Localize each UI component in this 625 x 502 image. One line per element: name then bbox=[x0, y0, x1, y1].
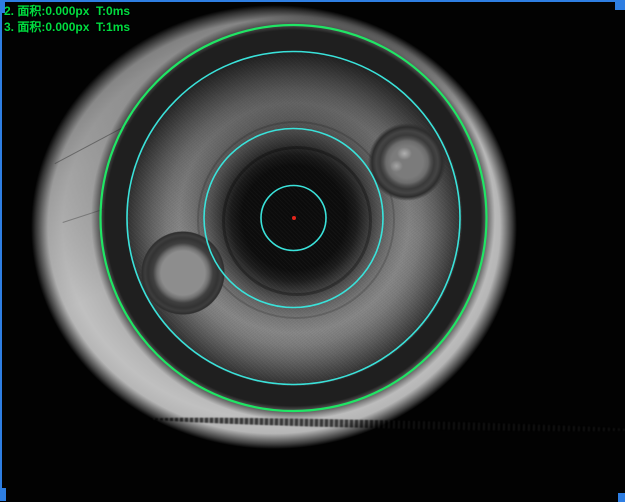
measurement-result-line: 3. 面积:0.000px T:1ms bbox=[4, 19, 130, 35]
selection-handle-bottom-right[interactable] bbox=[618, 493, 625, 502]
measurement-result-line: 2. 面积:0.000px T:0ms bbox=[4, 3, 130, 19]
selection-handle-top-right[interactable] bbox=[615, 0, 625, 10]
camera-view-window: 2. 面积:0.000px T:0ms 3. 面积:0.000px T:1ms bbox=[0, 0, 625, 502]
measurement-overlay bbox=[0, 0, 625, 502]
selection-border-top bbox=[0, 0, 625, 2]
selection-border-left bbox=[0, 0, 2, 500]
roi-center-marker bbox=[292, 216, 296, 220]
measurement-results: 2. 面积:0.000px T:0ms 3. 面积:0.000px T:1ms bbox=[4, 3, 130, 35]
selection-handle-top-left[interactable] bbox=[0, 0, 5, 13]
selection-handle-bottom-left[interactable] bbox=[0, 488, 6, 501]
